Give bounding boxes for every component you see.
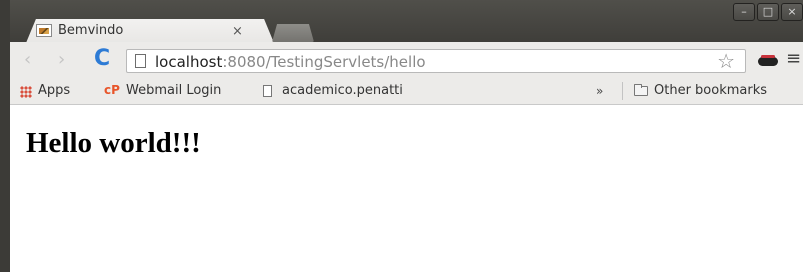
bookmarks-separator: [622, 82, 623, 100]
page-icon: [263, 85, 272, 97]
menu-icon[interactable]: ≡: [786, 48, 801, 70]
disguise-extension-icon[interactable]: [758, 55, 778, 67]
bookmark-apps[interactable]: Apps: [38, 83, 70, 99]
page-icon: [135, 54, 146, 68]
image-icon: [36, 24, 52, 37]
bookmark-webmail-login[interactable]: Webmail Login: [126, 83, 221, 99]
reload-icon[interactable]: C: [94, 48, 110, 70]
apps-grid-icon[interactable]: [20, 86, 32, 98]
bookmark-other-bookmarks[interactable]: Other bookmarks: [654, 83, 767, 99]
tab-strip: Bemvindo × – □ ×: [10, 0, 803, 43]
url-path: :8080/TestingServlets/hello: [222, 53, 426, 71]
maximize-button[interactable]: □: [757, 3, 779, 21]
back-icon[interactable]: ‹: [24, 51, 31, 69]
window-left-edge: [0, 0, 10, 272]
address-bar[interactable]: localhost:8080/TestingServlets/hello ☆: [126, 49, 746, 73]
bookmarks-bar: Apps cP Webmail Login academico.penatti …: [10, 78, 803, 105]
folder-icon: [634, 84, 648, 96]
bookmark-academico[interactable]: academico.penatti: [282, 83, 403, 99]
tab-title: Bemvindo: [58, 23, 124, 38]
browser-window: Bemvindo × – □ × ‹ › C localhost:8080/Te…: [0, 0, 803, 272]
minimize-button[interactable]: –: [733, 3, 755, 21]
bookmarks-overflow-icon[interactable]: »: [596, 83, 603, 99]
url-text[interactable]: localhost:8080/TestingServlets/hello: [155, 53, 426, 71]
url-host: localhost: [155, 53, 223, 71]
page-heading: Hello world!!!: [26, 127, 201, 159]
toolbar: ‹ › C localhost:8080/TestingServlets/hel…: [10, 42, 803, 78]
bookmark-star-icon[interactable]: ☆: [717, 50, 735, 72]
new-tab-button[interactable]: [272, 24, 314, 42]
window-controls: – □ ×: [733, 3, 803, 21]
page-content: Hello world!!!: [10, 105, 803, 272]
forward-icon[interactable]: ›: [58, 51, 65, 69]
tab-close-icon[interactable]: ×: [232, 24, 243, 40]
cpanel-icon: cP: [104, 83, 120, 97]
close-window-button[interactable]: ×: [781, 3, 803, 21]
